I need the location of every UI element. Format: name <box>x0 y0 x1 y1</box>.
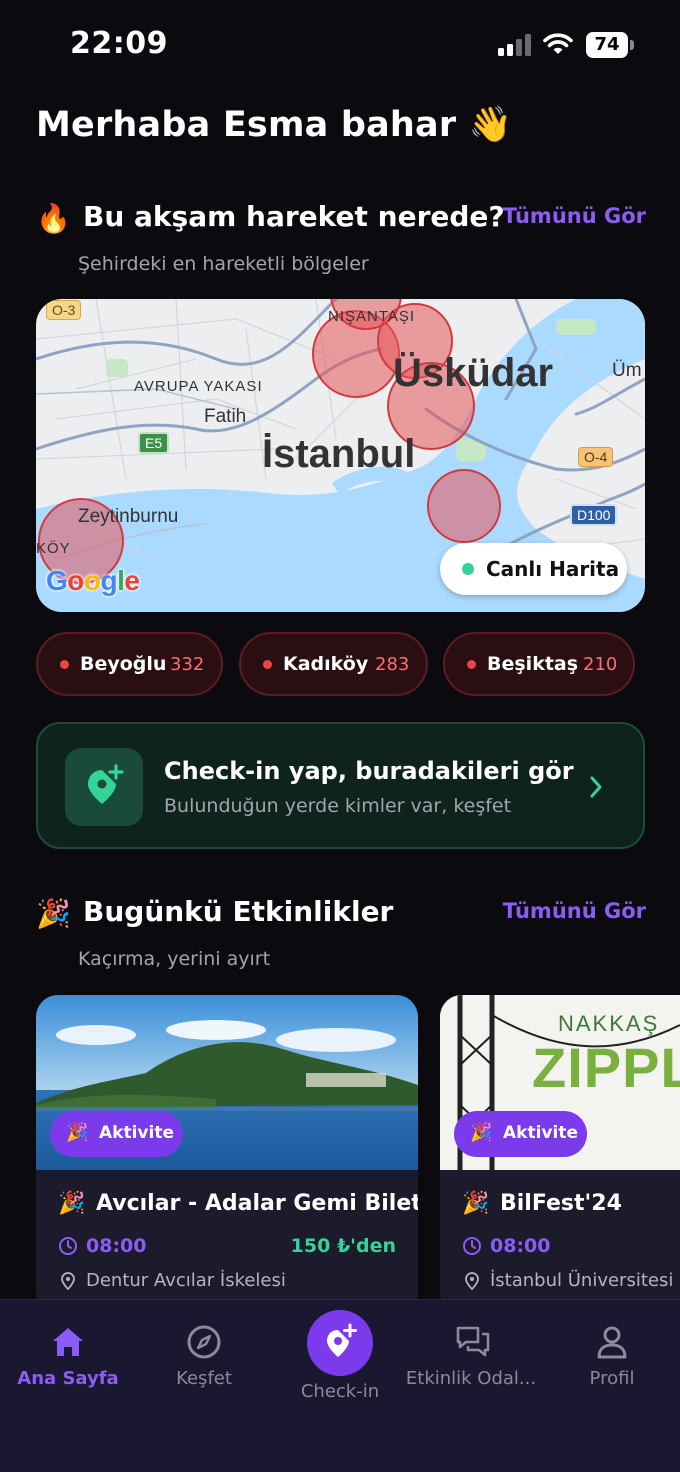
district-count: 210 <box>583 654 618 675</box>
clock-icon <box>463 1237 481 1255</box>
events-section-subtitle: Kaçırma, yerini ayırt <box>78 948 271 970</box>
hot-dot-icon <box>263 660 272 669</box>
hot-dot-icon <box>60 660 69 669</box>
nav-profile-label: Profil <box>589 1368 635 1389</box>
map-label-koy: KÖY <box>36 540 71 557</box>
district-name: Kadıköy <box>283 653 369 675</box>
location-pin-icon <box>465 1272 479 1291</box>
hot-dot-icon <box>467 660 476 669</box>
checkin-card[interactable]: Check-in yap, buradakileri gör Bulunduğu… <box>36 722 645 849</box>
hot-section-title: Bu akşam hareket nerede? <box>83 200 505 233</box>
nav-home-label: Ana Sayfa <box>17 1368 119 1389</box>
checkin-subtitle: Bulunduğun yerde kimler var, keşfet <box>164 795 512 817</box>
google-logo: Google <box>46 565 140 596</box>
chat-bubbles-icon <box>456 1326 490 1357</box>
event-title: BilFest'24 <box>500 1191 622 1216</box>
district-chip-besiktas[interactable]: Beşiktaş 210 <box>443 632 635 696</box>
road-sign-o3: O-3 <box>46 300 82 320</box>
event-image-logo-text: ZIPPLI <box>532 1036 680 1099</box>
map-label-nisantasi: NIŞANTAŞI <box>328 308 416 325</box>
greeting-title: Merhaba Esma bahar 👋 <box>36 105 513 145</box>
nav-explore-label: Keşfet <box>176 1368 232 1389</box>
district-chip-kadikoy[interactable]: Kadıköy 283 <box>239 632 428 696</box>
hot-section-header: 🔥 Bu akşam hareket nerede? Tümünü Gör <box>36 200 646 240</box>
road-sign-o4: O-4 <box>578 447 614 467</box>
battery-level: 74 <box>586 32 628 58</box>
nav-event-rooms-label: Etkinlik Odal... <box>405 1368 537 1389</box>
home-icon <box>53 1328 83 1356</box>
status-bar: 22:09 74 <box>0 0 680 90</box>
event-title: Avcılar - Adalar Gemi Bileti <box>96 1191 418 1216</box>
party-icon: 🎉 <box>36 897 71 930</box>
event-tag-label: Aktivite <box>503 1123 578 1143</box>
event-time: 08:00 <box>490 1235 551 1257</box>
party-icon: 🎉 <box>66 1122 89 1143</box>
party-icon: 🎉 <box>470 1122 493 1143</box>
map-label-istanbul: İstanbul <box>262 432 416 476</box>
wifi-icon <box>543 33 573 54</box>
chevron-right-icon <box>590 776 602 798</box>
hot-section-subtitle: Şehirdeki en hareketli bölgeler <box>78 253 369 275</box>
events-section-title: Bugünkü Etkinlikler <box>83 895 394 928</box>
location-pin-icon <box>61 1272 75 1291</box>
status-time: 22:09 <box>70 26 168 61</box>
district-name: Beşiktaş <box>487 653 579 675</box>
nav-checkin[interactable]: Check-in <box>280 1300 400 1410</box>
nav-event-rooms[interactable]: Etkinlik Odal... <box>404 1300 538 1410</box>
road-sign-e5: E5 <box>138 432 170 454</box>
party-icon: 🎉 <box>462 1191 490 1216</box>
bottom-nav: Ana Sayfa Keşfet Check-in Etkinlik Odal.… <box>0 1299 680 1472</box>
live-map-button[interactable]: Canlı Harita <box>440 543 627 595</box>
checkin-pin-icon <box>65 748 143 826</box>
nav-explore[interactable]: Keşfet <box>144 1300 264 1410</box>
live-map-label: Canlı Harita <box>486 557 620 581</box>
map-label-zeytinburnu: Zeytinburnu <box>78 506 179 527</box>
fire-icon: 🔥 <box>36 202 71 235</box>
event-card[interactable]: NAKKAŞ ZIPPLI 🎉 Aktivite 🎉 BilFest'24 08… <box>440 995 680 1315</box>
live-dot-icon <box>462 563 474 575</box>
map-label-avrupa: AVRUPA YAKASI <box>134 378 263 395</box>
nav-checkin-label: Check-in <box>300 1381 380 1402</box>
event-price: 150 ₺'den <box>290 1235 396 1257</box>
district-count: 332 <box>170 654 205 675</box>
nav-profile[interactable]: Profil <box>552 1300 672 1410</box>
events-section-header: 🎉 Bugünkü Etkinlikler Tümünü Gör <box>36 895 646 935</box>
nav-home[interactable]: Ana Sayfa <box>8 1300 128 1410</box>
clock-icon <box>59 1237 77 1255</box>
event-category-tag: 🎉 Aktivite <box>50 1111 183 1157</box>
events-see-all-link[interactable]: Tümünü Gör <box>503 899 646 923</box>
live-map[interactable]: NIŞANTAŞI Üsküdar AVRUPA YAKASI Fatih İs… <box>36 299 645 612</box>
district-chip-beyoglu[interactable]: Beyoğlu 332 <box>36 632 223 696</box>
profile-icon <box>597 1326 627 1359</box>
checkin-title: Check-in yap, buradakileri gör <box>164 757 574 785</box>
compass-icon <box>187 1325 221 1359</box>
event-category-tag: 🎉 Aktivite <box>454 1111 587 1157</box>
district-name: Beyoğlu <box>80 653 167 675</box>
district-count: 283 <box>375 654 410 675</box>
map-label-uskudar: Üsküdar <box>393 351 554 395</box>
hot-see-all-link[interactable]: Tümünü Gör <box>503 204 646 228</box>
event-location: İstanbul Üniversitesi <box>490 1270 674 1291</box>
event-tag-label: Aktivite <box>99 1123 174 1143</box>
event-time: 08:00 <box>86 1235 147 1257</box>
battery-icon: 74 <box>586 32 634 58</box>
map-label-fatih: Fatih <box>204 406 247 427</box>
event-image-text: NAKKAŞ <box>558 1011 660 1036</box>
event-card[interactable]: 🎉 Aktivite 🎉 Avcılar - Adalar Gemi Bilet… <box>36 995 418 1315</box>
event-location: Dentur Avcılar İskelesi <box>86 1270 286 1291</box>
party-icon: 🎉 <box>58 1191 86 1216</box>
signal-icon <box>498 34 531 56</box>
map-label-um: Üm <box>612 360 642 381</box>
road-sign-d100: D100 <box>570 504 618 526</box>
